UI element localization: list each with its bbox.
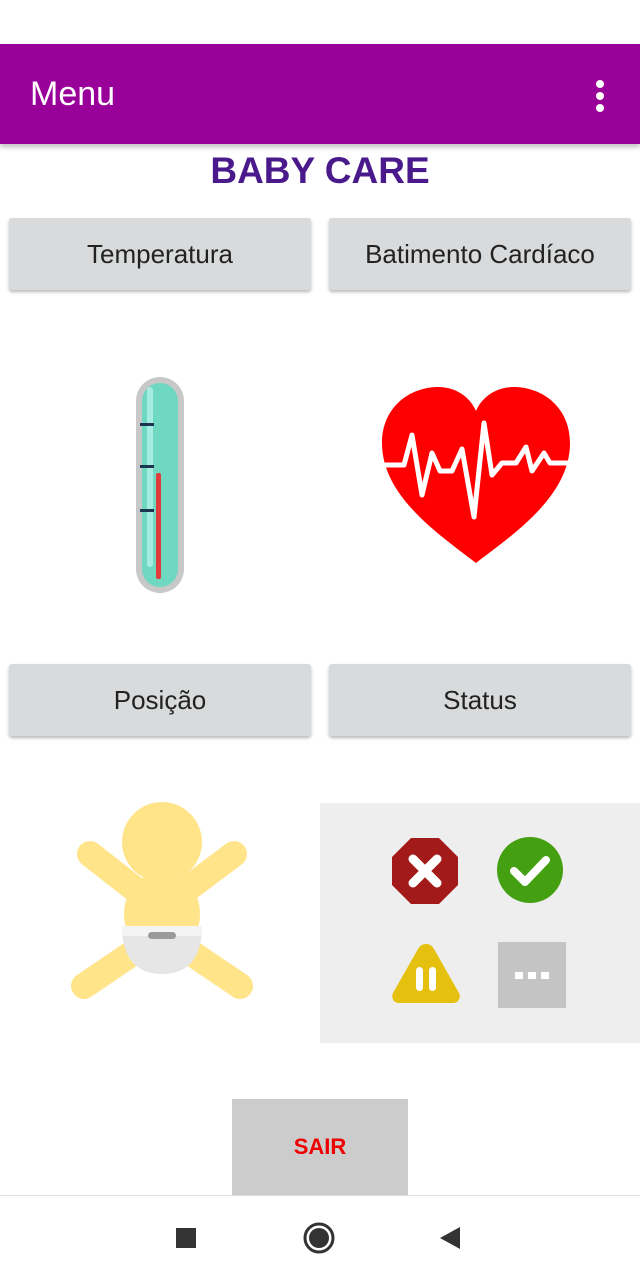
error-octagon-icon[interactable] xyxy=(390,836,460,911)
app-title: Menu xyxy=(30,75,116,113)
circle-home-icon[interactable] xyxy=(297,1216,341,1260)
exit-button[interactable]: SAIR xyxy=(232,1099,408,1195)
more-vert-icon[interactable] xyxy=(580,74,620,118)
triangle-back-icon[interactable] xyxy=(428,1216,472,1260)
position-button[interactable]: Posição xyxy=(9,664,311,736)
status-panel xyxy=(320,803,640,1043)
more-dots-icon[interactable] xyxy=(498,942,566,1013)
status-bar xyxy=(0,0,640,44)
brand-title: BABY CARE xyxy=(210,150,430,191)
check-circle-icon[interactable] xyxy=(496,836,564,909)
status-button[interactable]: Status xyxy=(329,664,631,736)
square-recents-icon[interactable] xyxy=(164,1216,208,1260)
heart-pulse-icon[interactable] xyxy=(379,385,573,570)
navigation-bar xyxy=(0,1195,640,1281)
heart-rate-button[interactable]: Batimento Cardíaco xyxy=(329,218,631,290)
temperature-button[interactable]: Temperatura xyxy=(9,218,311,290)
warning-pause-icon[interactable] xyxy=(390,941,462,1010)
app-bar: Menu xyxy=(0,44,640,144)
thermometer-icon[interactable] xyxy=(128,375,192,600)
baby-icon[interactable] xyxy=(70,802,254,1009)
